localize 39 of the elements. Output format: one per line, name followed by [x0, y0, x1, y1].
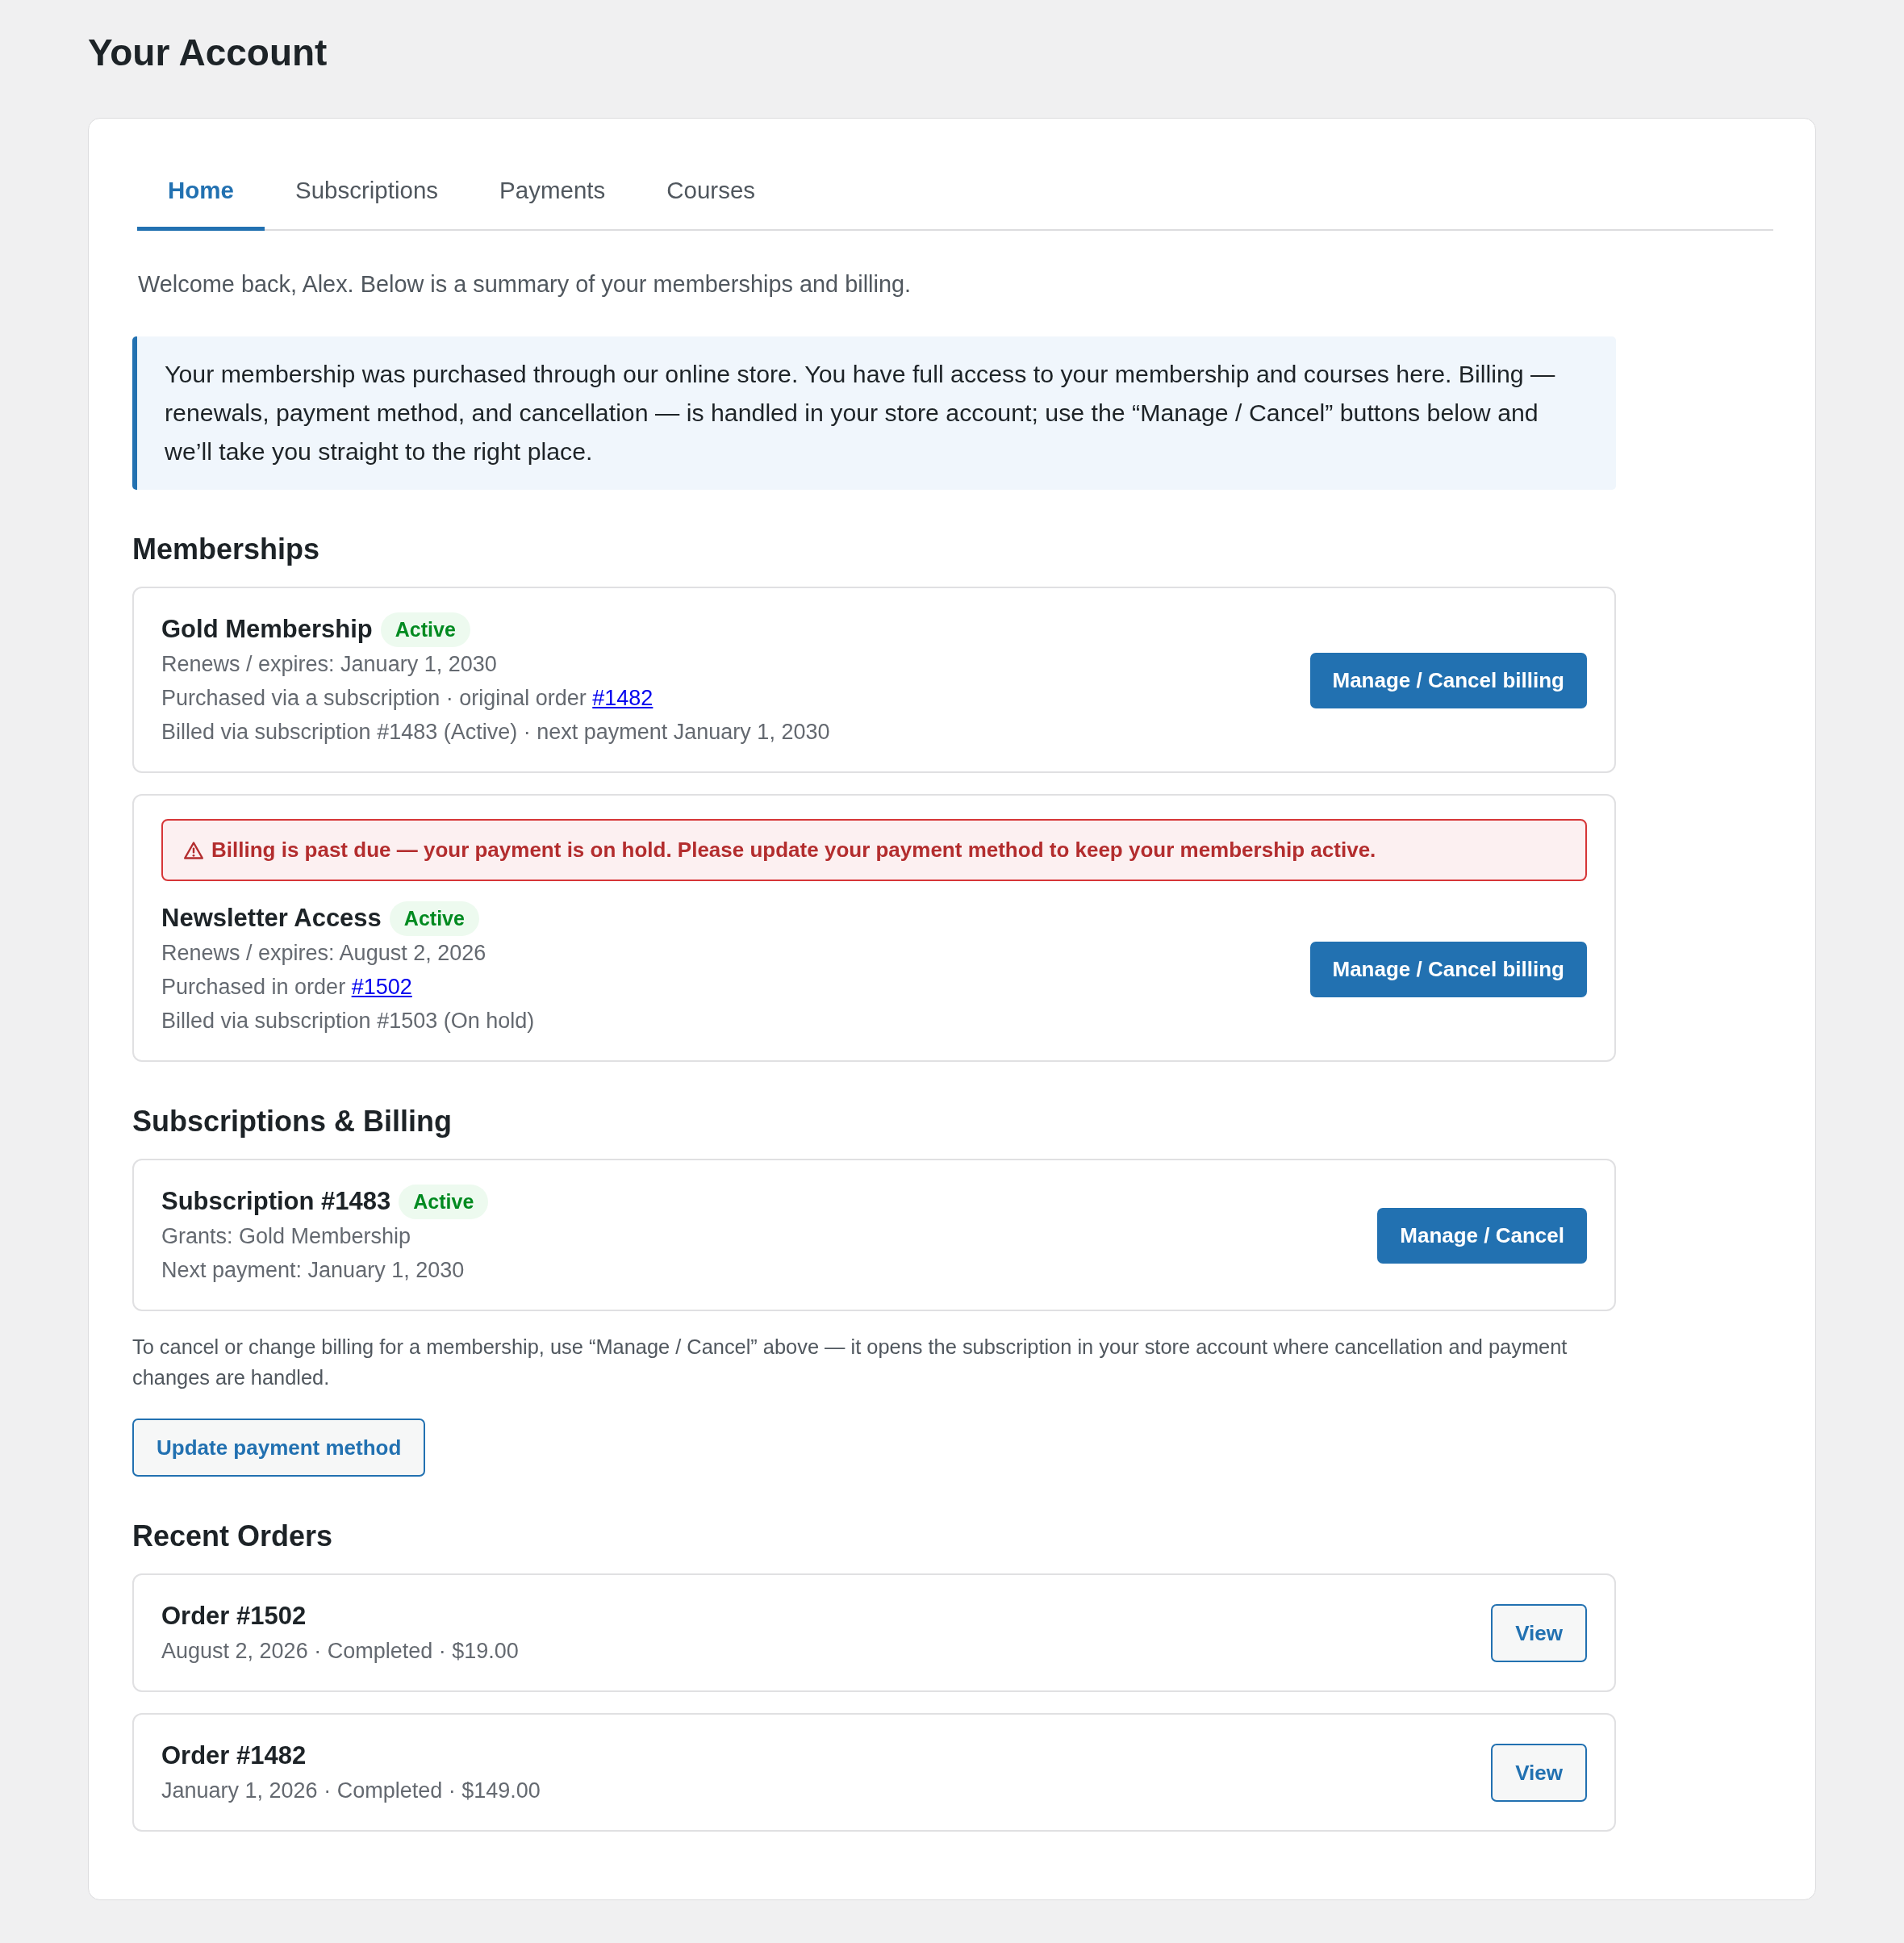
- order-title: Order #1482: [161, 1740, 307, 1771]
- warning-icon: [184, 841, 203, 859]
- order-details: August 2, 2026 · Completed · $19.00: [161, 1638, 519, 1665]
- detail-text: Next payment: January 1, 2030: [161, 1257, 466, 1284]
- help-note: To cancel or change billing for a membership, use “Manage / Cancel” above — it opens the subscription in your store account where cancellation and payment changes are handled.: [132, 1335, 1568, 1390]
- section-heading: Subscriptions & Billing: [132, 1104, 453, 1139]
- update-payment-button[interactable]: Update payment method: [132, 1419, 426, 1477]
- manage-billing-button[interactable]: Manage / Cancel billing: [1309, 652, 1587, 708]
- detail-text: Renews / expires: January 1, 2030: [161, 651, 498, 678]
- view-button[interactable]: View: [1491, 1604, 1587, 1662]
- tab[interactable]: Payments: [469, 161, 637, 231]
- manage-billing-button[interactable]: Manage / Cancel billing: [1309, 941, 1587, 997]
- order-title: Order #1502: [161, 1601, 307, 1632]
- section-heading: Recent Orders: [132, 1519, 334, 1554]
- view-button[interactable]: View: [1491, 1744, 1587, 1802]
- tab[interactable]: Subscriptions: [264, 161, 470, 231]
- detail-text: Purchased in order #1502: [161, 974, 413, 1001]
- tab[interactable]: Courses: [636, 161, 787, 231]
- section-heading: Memberships: [132, 532, 321, 567]
- manage-cancel-button[interactable]: Manage / Cancel: [1377, 1207, 1587, 1264]
- page-title: Your Account: [88, 31, 328, 75]
- item-title: Gold Membership: [161, 614, 373, 645]
- order-link[interactable]: #1482: [592, 686, 653, 710]
- detail-text: Purchased via a subscription · original order #1482: [161, 685, 654, 712]
- status-badge: Active: [389, 900, 479, 936]
- detail-text: Renews / expires: August 2, 2026: [161, 940, 487, 967]
- order-link[interactable]: #1502: [351, 975, 412, 999]
- status-badge: Active: [380, 612, 470, 647]
- detail-text: Billed via subscription #1503 (On hold): [161, 1008, 535, 1034]
- order-details: January 1, 2026 · Completed · $149.00: [161, 1778, 541, 1804]
- tab[interactable]: Home: [137, 161, 265, 231]
- item-title: Subscription #1483: [161, 1186, 391, 1217]
- item-title: Newsletter Access: [161, 903, 382, 934]
- welcome-text: Welcome back, Alex. Below is a summary of your memberships and billing.: [138, 270, 912, 299]
- detail-text: Grants: Gold Membership: [161, 1223, 412, 1250]
- status-badge: Active: [399, 1184, 489, 1219]
- info-notice: Your membership was purchased through our online store. You have full access to your membership and courses here. Billing — renewals, payment method, and cancellation — is handled in your store account; use the “Manage / Cancel” buttons below and we’ll take you straight to the right place.: [132, 336, 1616, 490]
- detail-text: Billed via subscription #1483 (Active) · next payment January 1, 2030: [161, 719, 830, 746]
- alert-message: Billing is past due — your payment is on hold. Please update your payment method to keep your membership active.: [211, 837, 1376, 863]
